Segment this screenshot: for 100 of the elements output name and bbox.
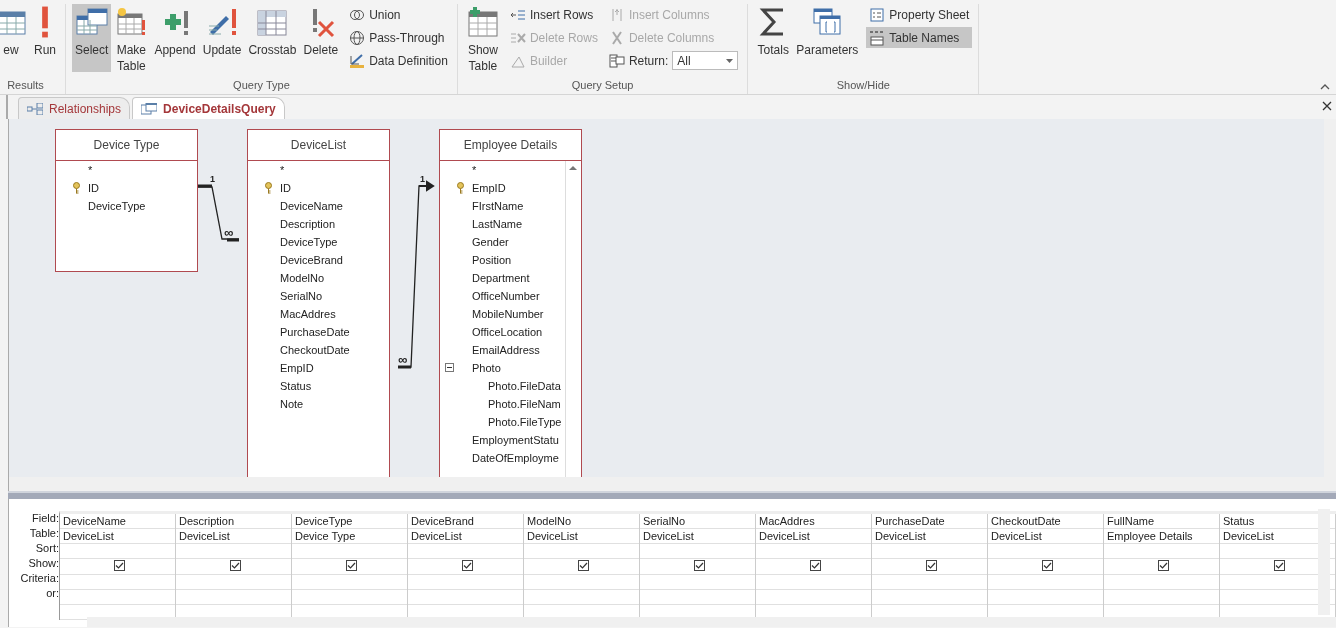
table-cell[interactable]: DeviceList [640, 529, 755, 544]
field-name[interactable]: CheckoutDate [280, 344, 350, 356]
field-name[interactable]: Photo.FileNam [488, 398, 561, 410]
table-cell[interactable]: DeviceList [524, 529, 639, 544]
table-cell[interactable]: DeviceList [756, 529, 871, 544]
relationship-line[interactable] [196, 184, 241, 242]
table-cell[interactable]: PurchaseDate [872, 514, 987, 529]
table-cell[interactable]: CheckoutDate [988, 514, 1103, 529]
table-cell[interactable]: DeviceBrand [408, 514, 523, 529]
ribbon-button[interactable]: Select [72, 4, 112, 72]
ribbon-button[interactable]: Union [346, 4, 451, 25]
ribbon-button[interactable]: Parameters [793, 4, 862, 72]
ribbon-button[interactable]: Delete [300, 4, 342, 72]
table-box[interactable]: Device Type * ID DeviceType [55, 129, 198, 272]
ribbon-button[interactable]: Make Table [112, 4, 151, 72]
field-name[interactable]: Note [280, 398, 304, 410]
return-dropdown[interactable]: All [672, 51, 739, 70]
table-cell[interactable]: DeviceList [60, 529, 175, 544]
key-icon [456, 182, 465, 194]
field-name[interactable]: Position [472, 254, 512, 266]
table-cell[interactable]: DeviceType [292, 514, 407, 529]
field-name[interactable]: Photo.FileData [488, 380, 561, 392]
table-title: Employee Details [463, 138, 558, 152]
table-cell[interactable]: FullName [1104, 514, 1219, 529]
field-name[interactable]: EmpID [280, 362, 314, 374]
field-name[interactable]: EmailAddress [472, 344, 540, 356]
close-icon[interactable] [1322, 101, 1332, 111]
field-name[interactable]: ID [88, 182, 99, 194]
checked-checkbox[interactable] [1157, 560, 1169, 571]
all-fields-marker[interactable]: * [472, 164, 477, 176]
field-name[interactable]: SerialNo [280, 290, 323, 302]
table-cell[interactable]: DeviceList [872, 529, 987, 544]
table-cell[interactable]: DeviceList [408, 529, 523, 544]
field-name[interactable]: DeviceType [280, 236, 338, 248]
checked-checkbox[interactable] [113, 560, 125, 571]
field-name[interactable]: PurchaseDate [280, 326, 350, 338]
table-cell[interactable]: Employee Details [1104, 529, 1219, 544]
scrollbar[interactable] [1318, 509, 1330, 615]
table-cell[interactable]: MacAddres [756, 514, 871, 529]
checked-checkbox[interactable] [693, 560, 705, 571]
ribbon-button[interactable]: Property Sheet [866, 4, 973, 25]
field-name[interactable]: Department [472, 272, 530, 284]
checked-checkbox[interactable] [229, 560, 241, 571]
field-name[interactable]: DeviceBrand [280, 254, 343, 266]
all-fields-marker[interactable]: * [88, 164, 93, 176]
field-name[interactable]: LastName [472, 218, 523, 230]
checked-checkbox[interactable] [809, 560, 821, 571]
ribbon-button[interactable]: ew [0, 4, 30, 72]
checked-checkbox[interactable] [461, 560, 473, 571]
field-name[interactable]: DateOfEmployme [472, 452, 559, 464]
collapse-icon[interactable] [445, 363, 454, 372]
document-tab[interactable]: DeviceDetailsQuery [132, 97, 285, 119]
table-box[interactable]: DeviceList * ID DeviceName Description DeviceType DeviceBrand ModelNo SerialNo MacAddres PurchaseDate CheckoutDate EmpID Status Note [247, 129, 390, 477]
row-label: Sort: [35, 541, 59, 556]
table-title: Device Type [93, 138, 160, 152]
table-cell[interactable]: DeviceList [176, 529, 291, 544]
field-name[interactable]: FIrstName [472, 200, 524, 212]
field-name[interactable]: OfficeNumber [472, 290, 540, 302]
ribbon-button[interactable]: Totals [754, 4, 793, 72]
ribbon-button[interactable]: Table Names [866, 27, 973, 48]
table-cell[interactable]: Description [176, 514, 291, 529]
table-star-icon [115, 6, 148, 38]
field-name[interactable]: Photo [472, 362, 501, 374]
field-name[interactable]: EmpID [472, 182, 506, 194]
checked-checkbox[interactable] [577, 560, 589, 571]
scrollbar[interactable] [87, 617, 1336, 627]
checked-checkbox[interactable] [925, 560, 937, 571]
ribbon-button[interactable]: Insert Rows [506, 4, 601, 25]
field-name[interactable]: ID [280, 182, 291, 194]
field-name[interactable]: ModelNo [280, 272, 325, 284]
checked-checkbox[interactable] [345, 560, 357, 571]
field-name[interactable]: Status [280, 380, 312, 392]
checked-checkbox[interactable] [1041, 560, 1053, 571]
collapse-ribbon-icon[interactable] [1320, 83, 1330, 91]
table-cell[interactable]: DeviceName [60, 514, 175, 529]
checked-checkbox[interactable] [1273, 560, 1285, 571]
ribbon-button[interactable]: Run [31, 4, 59, 72]
ribbon-button[interactable]: Data Definition [346, 50, 451, 71]
all-fields-marker[interactable]: * [280, 164, 285, 176]
ribbon-button[interactable]: Update [199, 4, 245, 72]
field-name[interactable]: Gender [472, 236, 509, 248]
table-cell[interactable]: ModelNo [524, 514, 639, 529]
relationship-line[interactable] [397, 181, 435, 369]
field-name[interactable]: OfficeLocation [472, 326, 543, 338]
ribbon-button[interactable]: Pass-Through [346, 27, 451, 48]
table-cell[interactable]: DeviceList [988, 529, 1103, 544]
table-box[interactable] [439, 129, 582, 477]
field-name[interactable]: MacAddres [280, 308, 336, 320]
table-cell[interactable]: SerialNo [640, 514, 755, 529]
ribbon-button[interactable]: Show Table [463, 4, 502, 72]
field-name[interactable]: MobileNumber [472, 308, 544, 320]
document-tab[interactable]: Relationships [18, 97, 131, 119]
field-name[interactable]: DeviceType [88, 200, 146, 212]
field-name[interactable]: DeviceName [280, 200, 343, 212]
field-name[interactable]: Description [280, 218, 336, 230]
ribbon-button[interactable]: Crosstab [245, 4, 300, 72]
table-cell[interactable]: Device Type [292, 529, 407, 544]
ribbon-button[interactable]: Append [151, 4, 199, 72]
field-name[interactable]: EmploymentStatu [472, 434, 559, 446]
field-name[interactable]: Photo.FileType [488, 416, 562, 428]
